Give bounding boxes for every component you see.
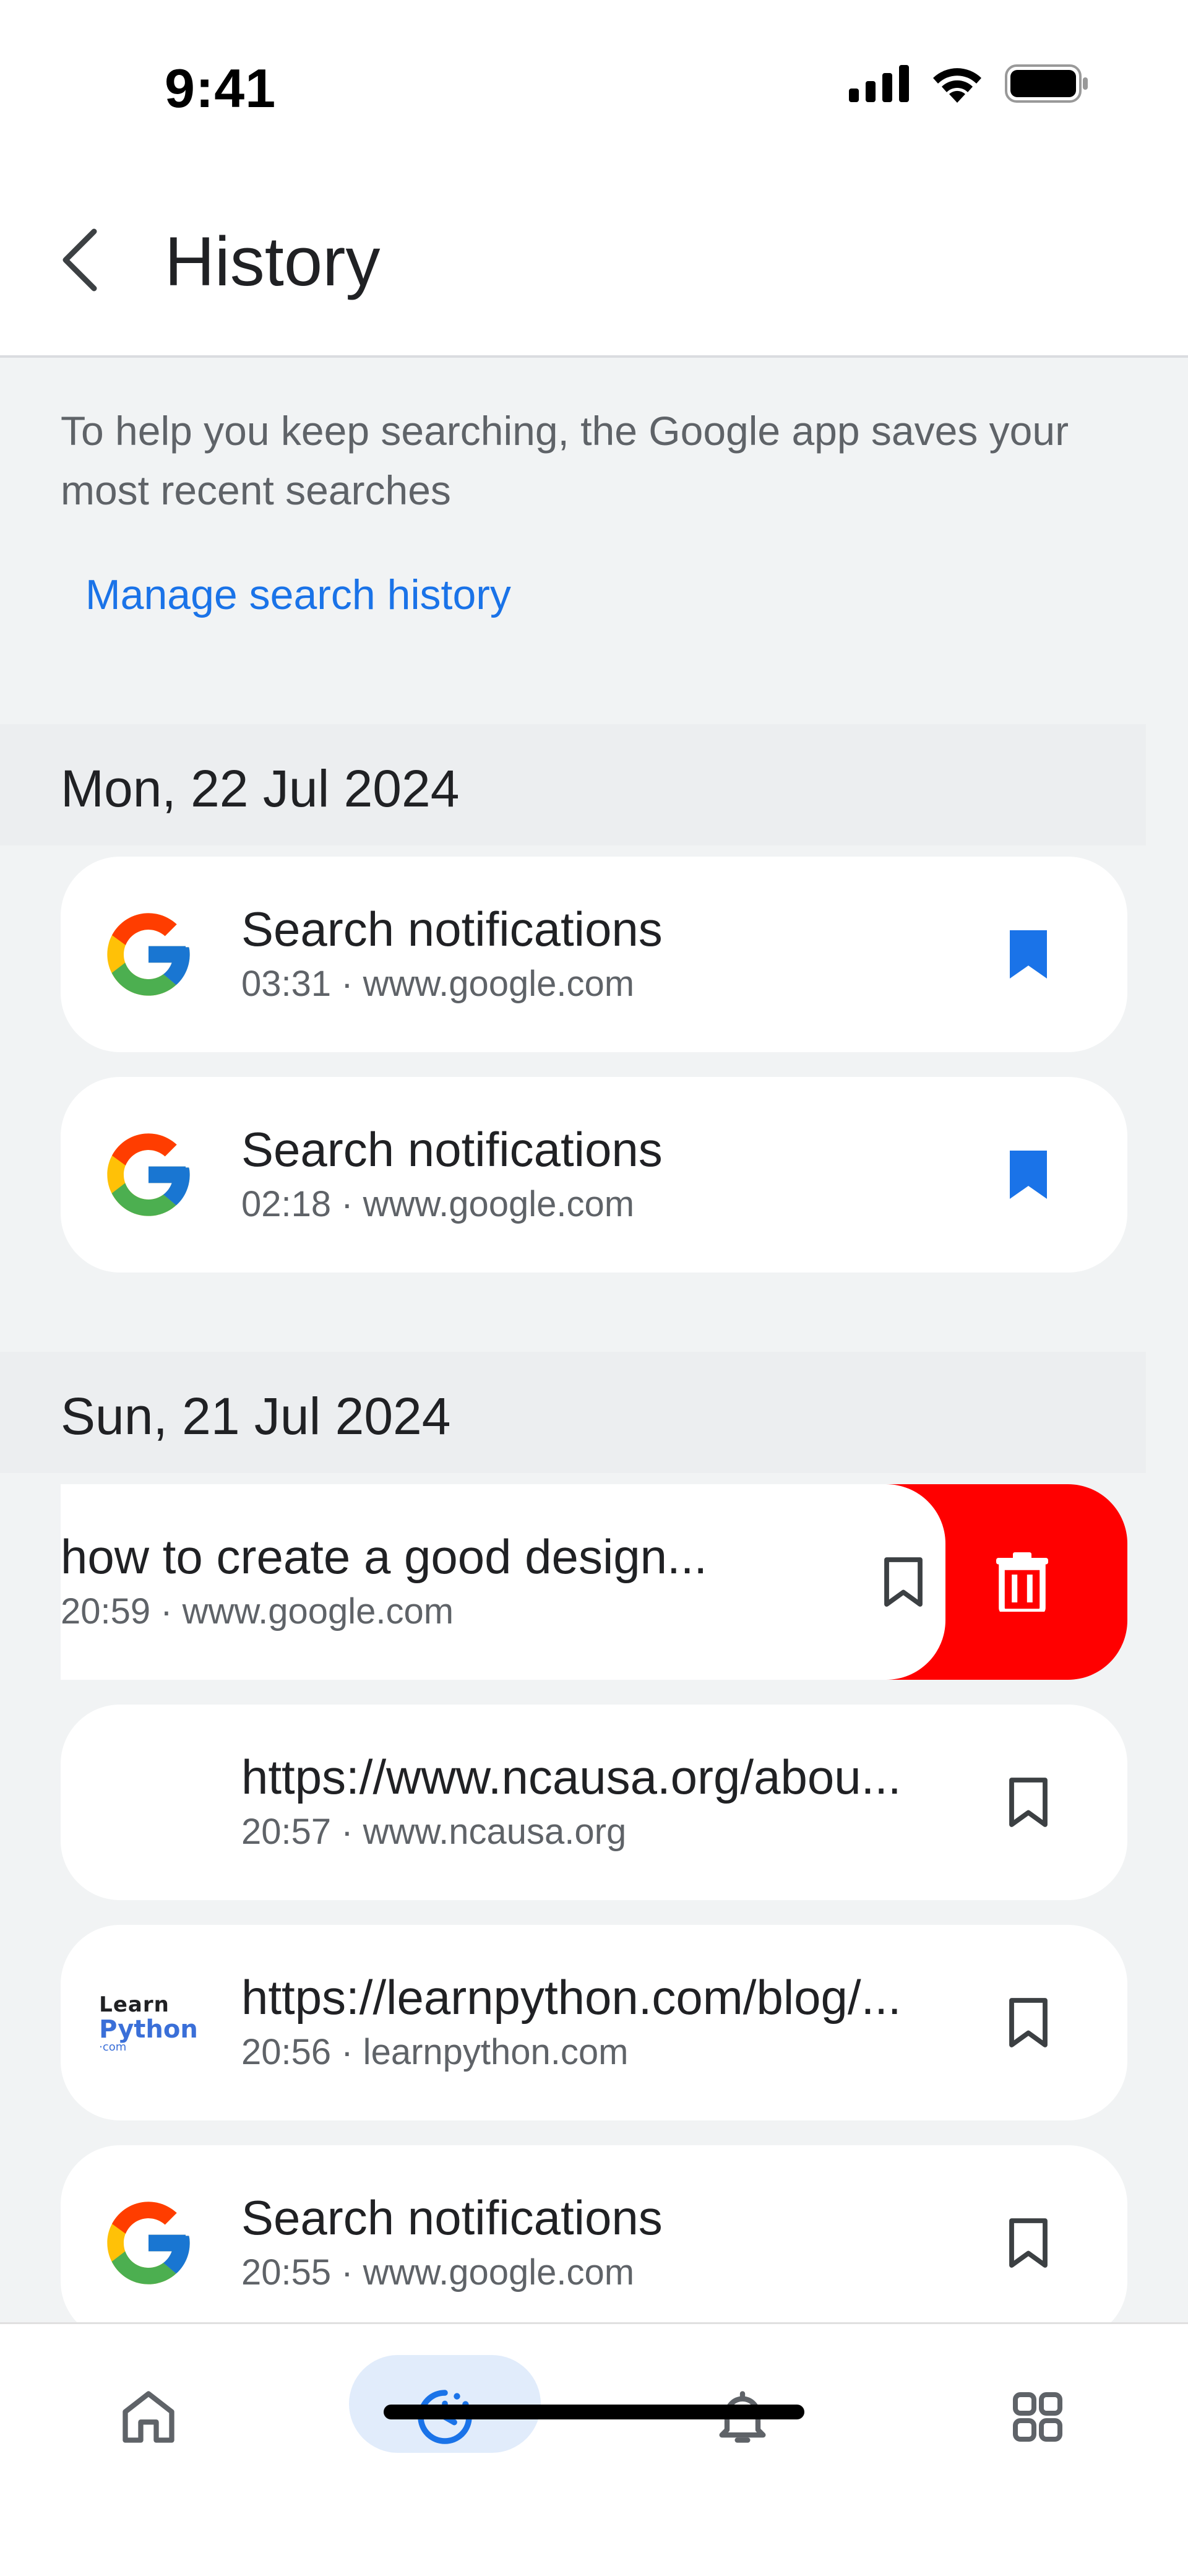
- bookmark-outline-icon[interactable]: [997, 2212, 1059, 2274]
- history-item-title: https://learnpython.com/blog/...: [241, 1970, 902, 2025]
- bookmark-outline-icon[interactable]: [997, 1992, 1059, 2054]
- bookmark-outline-icon[interactable]: [872, 1551, 934, 1613]
- logo-line: Python: [99, 2015, 198, 2044]
- history-item-title: Search notifications: [241, 902, 663, 956]
- home-icon: [123, 2391, 174, 2443]
- bookmark-filled-icon[interactable]: [997, 1144, 1059, 1206]
- bookmark-outline-icon[interactable]: [997, 1771, 1059, 1833]
- nav-more[interactable]: [1001, 2380, 1075, 2454]
- signal-icon: [849, 65, 909, 102]
- home-indicator: [384, 2405, 804, 2419]
- google-icon: [99, 905, 198, 1004]
- history-item-title: how to create a good design...: [61, 1529, 708, 1584]
- manage-search-history-link[interactable]: Manage search history: [85, 571, 511, 619]
- page-title: History: [165, 223, 381, 300]
- bottom-navigation: [0, 2322, 1188, 2576]
- history-item-meta: 20:57 · www.ncausa.org: [241, 1812, 627, 1852]
- date-label: Sun, 21 Jul 2024: [61, 1387, 451, 1445]
- grid-icon: [1013, 2392, 1062, 2442]
- status-bar: 9:41: [0, 0, 1188, 167]
- history-item-meta: 20:59 · www.google.com: [61, 1591, 454, 1632]
- history-item-content[interactable]: how to create a good design... 20:59 · w…: [61, 1484, 945, 1680]
- app-header: History: [0, 167, 1188, 358]
- history-item-meta: 03:31 · www.google.com: [241, 964, 635, 1004]
- history-item[interactable]: https://www.ncausa.org/abou... 20:57 · w…: [61, 1705, 1127, 1900]
- google-icon: [99, 2193, 198, 2293]
- history-item-meta: 02:18 · www.google.com: [241, 1184, 635, 1224]
- date-label: Mon, 22 Jul 2024: [61, 759, 460, 818]
- history-item-title: Search notifications: [241, 1122, 663, 1177]
- bookmark-filled-icon[interactable]: [997, 923, 1059, 985]
- history-item[interactable]: Search notifications 03:31 · www.google.…: [61, 857, 1127, 1052]
- learnpython-logo: Learn Python ·com: [99, 1973, 198, 2072]
- blank-favicon: [99, 1753, 198, 1852]
- trash-icon: [996, 1552, 1048, 1612]
- back-button[interactable]: [54, 223, 104, 297]
- nav-home[interactable]: [111, 2380, 186, 2454]
- wifi-icon: [933, 68, 981, 103]
- history-item-meta: 20:56 · learnpython.com: [241, 2032, 629, 2072]
- logo-line: Learn: [99, 1992, 170, 2017]
- history-item-meta: 20:55 · www.google.com: [241, 2252, 635, 2293]
- date-header: Sun, 21 Jul 2024: [0, 1352, 1146, 1473]
- history-item[interactable]: Learn Python ·com https://learnpython.co…: [61, 1925, 1127, 2120]
- history-item[interactable]: Search notifications 20:55 · www.google.…: [61, 2145, 1127, 2341]
- status-icons: [849, 64, 1089, 103]
- history-item-swiped[interactable]: how to create a good design... 20:59 · w…: [61, 1484, 1127, 1680]
- intro-text: To help you keep searching, the Google a…: [61, 408, 1069, 513]
- battery-icon: [1005, 64, 1088, 103]
- google-icon: [99, 1125, 198, 1224]
- history-item[interactable]: Search notifications 02:18 · www.google.…: [61, 1077, 1127, 1273]
- history-item-title: Search notifications: [241, 2190, 663, 2245]
- status-time: 9:41: [165, 58, 277, 119]
- history-item-title: https://www.ncausa.org/abou...: [241, 1750, 902, 1804]
- date-header: Mon, 22 Jul 2024: [0, 724, 1146, 845]
- chevron-left-icon: [62, 228, 97, 292]
